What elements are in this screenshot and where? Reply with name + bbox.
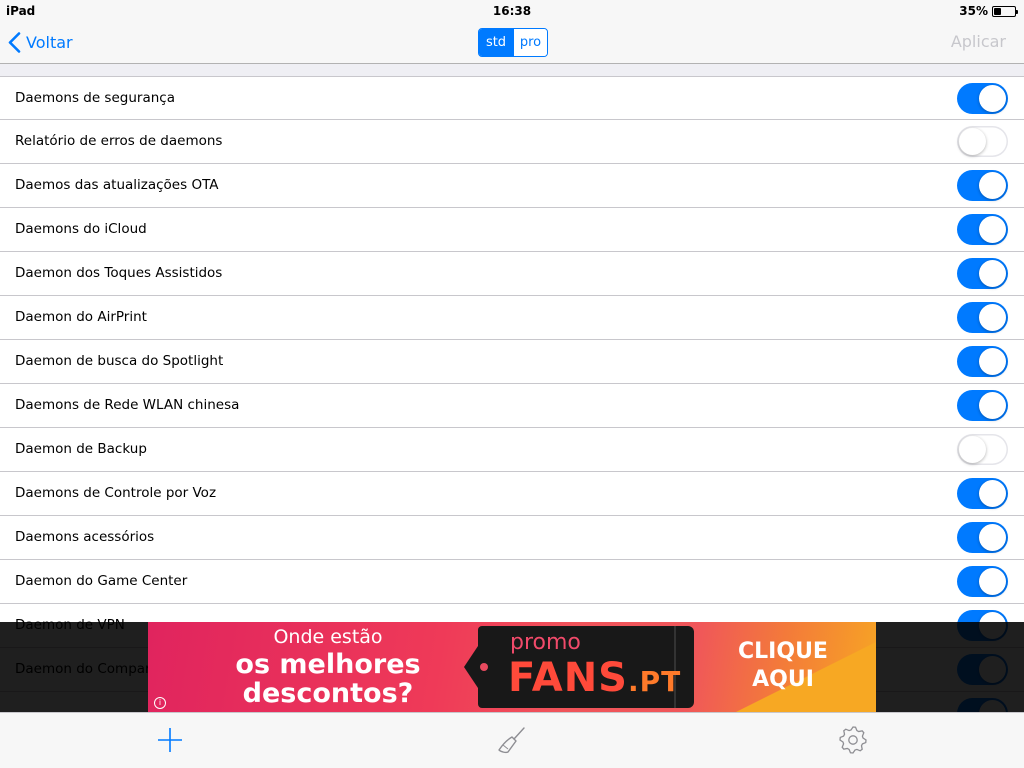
daemon-toggle[interactable] <box>957 434 1008 465</box>
toggle-knob <box>979 480 1006 507</box>
daemon-label: Daemon do AirPrint <box>15 309 147 325</box>
daemon-label: Daemon de busca do Spotlight <box>15 353 224 369</box>
list-item: Daemon de busca do Spotlight <box>0 340 1024 384</box>
ad-cta-line1: CLIQUE <box>738 639 828 664</box>
status-bar: iPad 16:38 35% <box>0 0 1024 20</box>
settings-button[interactable] <box>837 724 869 756</box>
ad-strip: Onde estão os melhores descontos? promo … <box>0 622 1024 712</box>
status-time: 16:38 <box>492 4 532 18</box>
ad-logo-brand-text: FANS <box>508 655 628 701</box>
add-button[interactable] <box>154 724 186 756</box>
toggle-knob <box>979 348 1006 375</box>
list-item: Daemons de Rede WLAN chinesa <box>0 384 1024 428</box>
daemon-label: Daemos das atualizações OTA <box>15 177 219 193</box>
toggle-knob <box>959 128 986 155</box>
tab-bar <box>0 712 1024 768</box>
list-item: Daemons acessórios <box>0 516 1024 560</box>
daemon-label: Daemons do iCloud <box>15 221 147 237</box>
toggle-knob <box>979 172 1006 199</box>
list-item: Daemon de Backup <box>0 428 1024 472</box>
clean-button[interactable] <box>496 724 528 756</box>
ad-logo-brand: FANS.PT <box>508 656 681 704</box>
mode-segmented-control[interactable]: std pro <box>478 28 548 57</box>
daemon-label: Daemons de segurança <box>15 90 175 106</box>
daemon-toggle[interactable] <box>957 566 1008 597</box>
toggle-knob <box>979 568 1006 595</box>
toggle-knob <box>979 524 1006 551</box>
apply-button[interactable]: Aplicar <box>951 32 1006 51</box>
daemon-toggle[interactable] <box>957 170 1008 201</box>
daemon-label: Daemons de Controle por Voz <box>15 485 217 501</box>
ad-logo-tag: promo FANS.PT <box>464 626 694 708</box>
toggle-knob <box>979 85 1006 112</box>
gear-icon <box>839 726 867 754</box>
list-item: Daemons de segurança <box>0 76 1024 120</box>
ad-headline-line3: descontos? <box>242 678 414 709</box>
ad-headline: Onde estão os melhores descontos? <box>228 626 428 708</box>
navigation-bar: Voltar std pro Aplicar <box>0 20 1024 64</box>
daemon-toggle[interactable] <box>957 83 1008 114</box>
list-item: Daemon dos Toques Assistidos <box>0 252 1024 296</box>
back-button[interactable]: Voltar <box>8 28 73 56</box>
list-item: Daemon do Game Center <box>0 560 1024 604</box>
list-item: Daemos das atualizações OTA <box>0 164 1024 208</box>
daemon-toggle[interactable] <box>957 390 1008 421</box>
ad-info-icon[interactable]: i <box>154 697 166 709</box>
list-item: Relatório de erros de daemons <box>0 120 1024 164</box>
daemon-label: Daemon de Backup <box>15 441 147 457</box>
ad-headline-line1: Onde estão <box>273 626 383 648</box>
broom-icon <box>498 727 525 754</box>
daemon-label: Daemons de Rede WLAN chinesa <box>15 397 240 413</box>
list-item: Daemons do iCloud <box>0 208 1024 252</box>
toggle-knob <box>979 216 1006 243</box>
ad-headline-line2: os melhores <box>235 649 421 680</box>
battery-status: 35% <box>959 4 1018 18</box>
ad-logo-brand-suffix: .PT <box>627 665 682 698</box>
segment-pro[interactable]: pro <box>513 29 547 56</box>
ad-banner[interactable]: Onde estão os melhores descontos? promo … <box>148 622 876 712</box>
daemon-toggle[interactable] <box>957 478 1008 509</box>
segment-std[interactable]: std <box>479 29 513 56</box>
toggle-knob <box>979 304 1006 331</box>
daemon-label: Daemon do Game Center <box>15 573 188 589</box>
list-item: Daemons de Controle por Voz <box>0 472 1024 516</box>
app-window: iPad 16:38 35% Voltar std pro Aplicar Dae… <box>0 0 1024 768</box>
list-item: Daemon do AirPrint <box>0 296 1024 340</box>
toggle-knob <box>979 260 1006 287</box>
daemon-toggle[interactable] <box>957 258 1008 289</box>
daemon-toggle[interactable] <box>957 214 1008 245</box>
toggle-knob <box>959 436 986 463</box>
ad-logo-promo: promo <box>510 630 581 655</box>
daemon-toggle[interactable] <box>957 302 1008 333</box>
tag-hole <box>480 663 488 671</box>
battery-percent: 35% <box>959 4 988 18</box>
daemon-toggle[interactable] <box>957 522 1008 553</box>
battery-icon <box>992 5 1018 17</box>
plus-icon <box>158 728 182 752</box>
toggle-knob <box>979 392 1006 419</box>
daemon-label: Daemons acessórios <box>15 529 155 545</box>
ad-cta[interactable]: CLIQUE AQUI <box>728 638 838 694</box>
back-button-label: Voltar <box>26 32 73 52</box>
daemon-toggle[interactable] <box>957 346 1008 377</box>
daemon-toggle[interactable] <box>957 126 1008 157</box>
daemon-label: Daemon dos Toques Assistidos <box>15 265 223 281</box>
ad-cta-line2: AQUI <box>752 667 814 692</box>
chevron-left-icon <box>8 31 21 53</box>
daemon-label: Relatório de erros de daemons <box>15 133 223 149</box>
